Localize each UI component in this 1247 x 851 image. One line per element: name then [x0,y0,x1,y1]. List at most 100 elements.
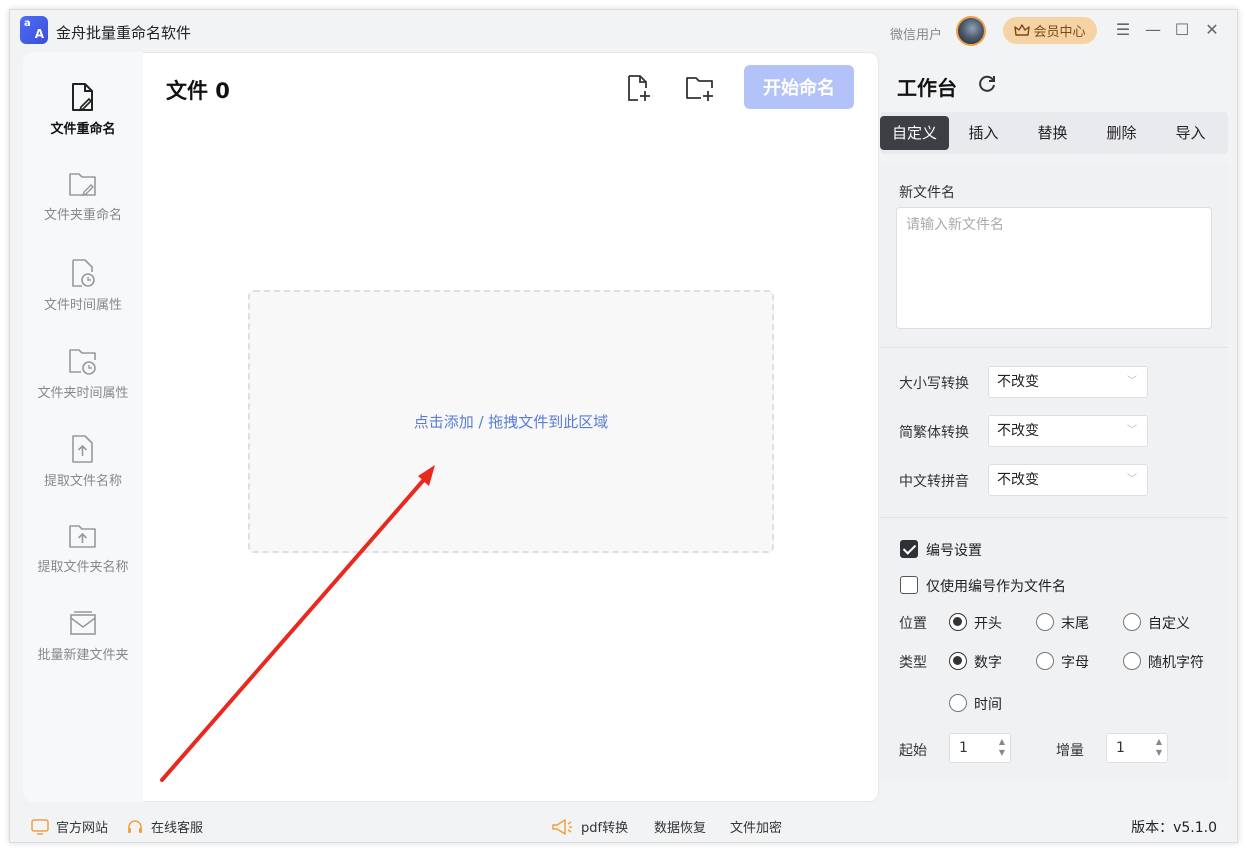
footer: 官方网站 在线客服 pdf转换 数据恢复 文件加密 版本：v5.1.0 [10,807,1237,843]
crown-icon [1014,23,1031,36]
headset-icon [128,819,142,833]
version-label: 版本：v5.1.0 [1131,820,1217,836]
type-label: 类型 [899,655,927,671]
trad-select[interactable]: 不改变 ﹀ [988,415,1148,447]
sidebar-item-extract-folder-name[interactable]: 提取文件夹名称 [23,522,143,592]
start-label: 起始 [899,743,927,759]
trad-value: 不改变 [997,423,1039,439]
stepper-arrows-icon[interactable]: ▲ ▼ [999,736,1005,758]
sidebar-item-label: 提取文件夹名称 [37,560,129,575]
only-number-label: 仅使用编号作为文件名 [926,579,1066,595]
sidebar-item-folder-time[interactable]: 文件夹时间属性 [23,346,143,416]
chevron-down-icon: ﹀ [1127,376,1137,387]
support-label: 在线客服 [151,821,204,836]
app-title: 金舟批量重命名软件 [56,24,192,42]
numbering-checkbox[interactable] [900,540,918,558]
type-letter-label: 字母 [1061,655,1089,671]
folder-edit-icon [69,173,96,197]
sidebar-item-label: 文件时间属性 [43,298,122,313]
sidebar-item-label: 提取文件名称 [43,474,122,489]
menu-icon[interactable]: ☰ [1113,20,1133,40]
workspace-tabs: 自定义 插入 替换 删除 导入 [880,112,1228,154]
step-stepper[interactable]: 1 ▲ ▼ [1106,733,1168,763]
file-edit-icon [72,83,93,112]
case-label: 大小写转换 [899,376,969,392]
add-file-icon[interactable] [623,73,653,103]
position-custom-radio[interactable] [1123,613,1141,631]
position-start-radio[interactable] [949,613,967,631]
divider [880,517,1228,518]
type-letter-radio[interactable] [1036,652,1054,670]
new-name-input[interactable] [896,207,1212,329]
step-label: 增量 [1056,743,1084,759]
folder-upload-icon [69,525,96,548]
tab-insert[interactable]: 插入 [949,116,1018,150]
sidebar-item-extract-file-name[interactable]: 提取文件名称 [23,434,143,504]
new-name-label: 新文件名 [899,185,955,201]
sidebar-item-file-rename[interactable]: 文件重命名 [23,82,143,152]
sidebar-item-label: 文件夹重命名 [43,208,122,223]
start-rename-button[interactable]: 开始命名 [744,65,854,109]
folder-clock-icon [69,349,96,375]
type-time-radio[interactable] [949,694,967,712]
maximize-icon[interactable]: ☐ [1172,20,1192,40]
add-folder-icon[interactable] [684,73,714,103]
tab-import[interactable]: 导入 [1156,116,1225,150]
step-value: 1 [1116,740,1125,756]
tab-replace[interactable]: 替换 [1018,116,1087,150]
sidebar-item-folder-rename[interactable]: 文件夹重命名 [23,170,143,240]
workspace-panel: 工作台 自定义 插入 替换 删除 导入 新文件名 大小写转换 不改变 ﹀ 简繁体转… [880,52,1228,802]
tab-delete[interactable]: 删除 [1087,116,1156,150]
tab-custom[interactable]: 自定义 [880,116,949,150]
user-name: 微信用户 [890,28,943,43]
position-start-label: 开头 [974,616,1002,632]
sidebar: 文件重命名 文件夹重命名 文件时间属性 文件夹时间属性 提取文件名称 提取文件夹… [23,52,143,802]
file-upload-icon [72,435,93,463]
pinyin-value: 不改变 [997,472,1039,488]
start-value: 1 [959,740,968,756]
file-count: 文件 0 [166,79,230,103]
recovery-label: 数据恢复 [654,821,707,836]
app-logo-icon: aA [20,16,48,44]
megaphone-icon [552,818,572,835]
support-link[interactable]: 在线客服 [126,817,203,836]
pinyin-select[interactable]: 不改变 ﹀ [988,464,1148,496]
refresh-icon[interactable] [976,73,998,95]
sidebar-item-batch-new-folder[interactable]: 批量新建文件夹 [23,610,143,680]
title-bar: aA 金舟批量重命名软件 微信用户 会员中心 ☰ — ☐ ✕ [10,10,1237,52]
encrypt-label: 文件加密 [730,821,783,836]
type-number-radio[interactable] [949,652,967,670]
recovery-link[interactable]: 数据恢复 [654,817,706,836]
position-end-radio[interactable] [1036,613,1054,631]
minimize-icon[interactable]: — [1143,20,1163,40]
pinyin-label: 中文转拼音 [899,474,969,490]
position-end-label: 末尾 [1061,616,1089,632]
sidebar-item-file-time[interactable]: 文件时间属性 [23,258,143,328]
numbering-label: 编号设置 [926,543,982,559]
workspace-title: 工作台 [897,76,957,100]
drop-hint: 点击添加 / 拖拽文件到此区域 [413,413,609,431]
only-number-checkbox[interactable] [900,576,918,594]
vip-label: 会员中心 [1033,25,1086,40]
position-custom-label: 自定义 [1148,616,1190,632]
sidebar-item-label: 文件重命名 [50,122,116,137]
encrypt-link[interactable]: 文件加密 [730,817,782,836]
pdf-link[interactable]: pdf转换 [550,817,628,836]
case-select[interactable]: 不改变 ﹀ [988,366,1148,398]
chevron-down-icon: ﹀ [1127,425,1137,436]
app-window: aA 金舟批量重命名软件 微信用户 会员中心 ☰ — ☐ ✕ 文件重命名 文件夹… [9,9,1238,843]
start-stepper[interactable]: 1 ▲ ▼ [949,733,1011,763]
type-time-label: 时间 [974,697,1002,713]
stepper-arrows-icon[interactable]: ▲ ▼ [1156,736,1162,758]
type-random-radio[interactable] [1123,652,1141,670]
website-link[interactable]: 官方网站 [31,817,108,836]
file-drop-zone[interactable]: 点击添加 / 拖拽文件到此区域 [248,290,774,553]
avatar[interactable] [956,16,986,46]
sidebar-item-label: 文件夹时间属性 [37,386,129,401]
position-label: 位置 [899,616,927,632]
divider [880,347,1228,348]
main-area: 文件 0 开始命名 点击添加 / 拖拽文件到此区域 [143,52,879,802]
vip-center-button[interactable]: 会员中心 [1003,17,1097,44]
trad-label: 简繁体转换 [899,425,969,441]
close-icon[interactable]: ✕ [1202,20,1222,40]
